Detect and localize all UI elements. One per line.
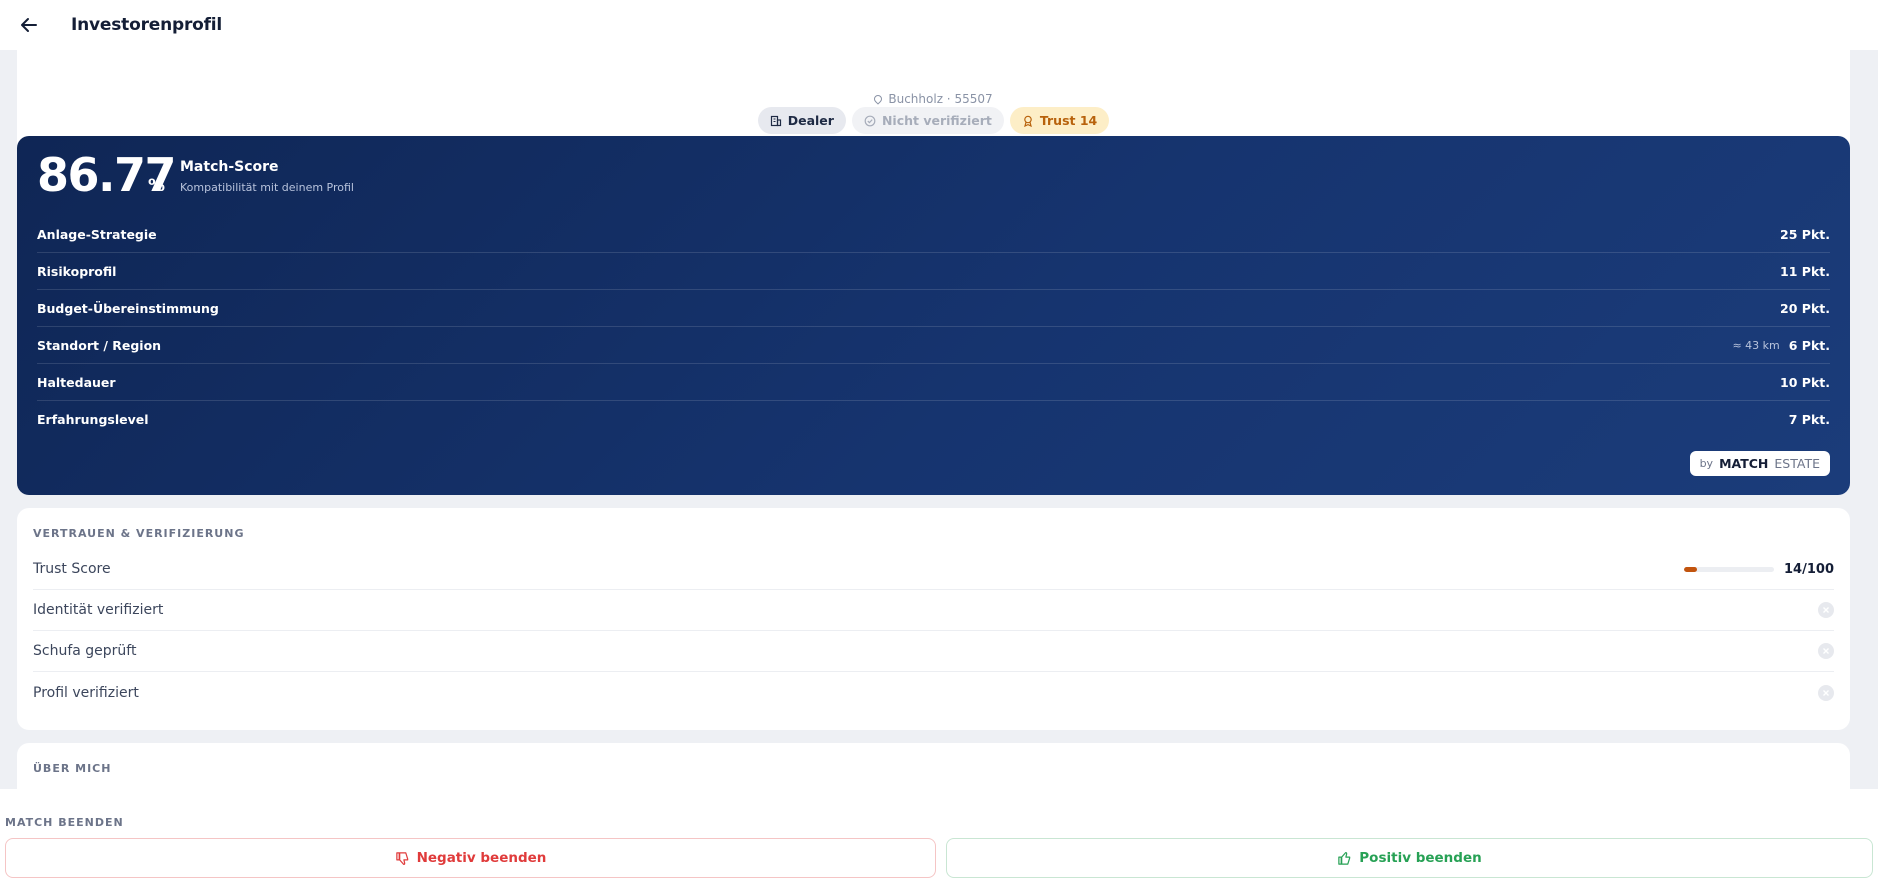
criterion-row: Standort / Region ≈ 43 km 6 Pkt. <box>37 327 1830 364</box>
x-circle-icon <box>1818 643 1834 659</box>
verification-label: Identität verifiziert <box>33 602 164 618</box>
criterion-label: Budget-Übereinstimmung <box>37 300 219 316</box>
end-negative-button[interactable]: Negativ beenden <box>5 838 936 878</box>
verification-label: Schufa geprüft <box>33 643 137 659</box>
verification-badge: Nicht verifiziert <box>851 107 1004 134</box>
criterion-points: 20 Pkt. <box>1780 300 1830 316</box>
end-match-bar: MATCH BEENDEN Negativ beenden Positiv be… <box>0 789 1878 891</box>
criterion-label: Risikoprofil <box>37 263 117 279</box>
criterion-points: 7 Pkt. <box>1788 412 1830 427</box>
page-title: Investorenprofil <box>71 15 223 35</box>
match-score-percent: % <box>148 176 166 196</box>
brand-estate: ESTATE <box>1774 456 1820 471</box>
profile-badges: Dealer Nicht verifiziert Trust 14 <box>17 107 1850 134</box>
award-icon <box>1023 115 1032 127</box>
end-negative-label: Negativ beenden <box>416 850 547 866</box>
criterion-points: 6 Pkt. <box>1788 337 1830 353</box>
brand-badge: by MATCH ESTATE <box>1689 451 1830 476</box>
app-header: Investorenprofil <box>0 0 1878 50</box>
criterion-points: 11 Pkt. <box>1780 263 1830 279</box>
map-pin-icon <box>872 93 885 105</box>
about-section-label: ÜBER MICH <box>33 762 112 775</box>
match-score-title: Match-Score <box>180 159 279 175</box>
end-positive-label: Positiv beenden <box>1359 850 1482 866</box>
criterion-row: Anlage-Strategie 25 Pkt. <box>37 216 1830 253</box>
brand-match: MATCH <box>1719 456 1769 471</box>
verification-row: Schufa geprüft <box>33 631 1834 672</box>
trust-badge: Trust 14 <box>1009 107 1110 134</box>
criterion-label: Erfahrungslevel <box>37 412 149 427</box>
criterion-points: 25 Pkt. <box>1780 226 1830 242</box>
criterion-points: 10 Pkt. <box>1780 374 1830 390</box>
criterion-distance: ≈ 43 km <box>1732 338 1780 352</box>
verification-row: Identität verifiziert <box>33 590 1834 631</box>
criterion-row: Risikoprofil 11 Pkt. <box>37 253 1830 290</box>
match-score-card: 86.77 % Match-Score Kompatibilität mit d… <box>17 136 1850 495</box>
building-icon <box>770 115 781 126</box>
trust-score-bar <box>1684 566 1775 572</box>
trust-score-value: 14/100 <box>1784 561 1834 577</box>
dealer-badge-label: Dealer <box>787 113 834 128</box>
location-text: Buchholz · 55507 <box>888 92 993 106</box>
trust-badge-label: Trust 14 <box>1039 113 1098 128</box>
check-circle-icon <box>864 115 876 126</box>
dealer-badge: Dealer <box>757 107 846 134</box>
match-score-subtitle: Kompatibilität mit deinem Profil <box>180 181 354 194</box>
criterion-label: Haltedauer <box>37 374 116 390</box>
trust-verification-card: VERTRAUEN & VERIFIZIERUNG Trust Score 14… <box>17 508 1850 730</box>
x-circle-icon <box>1818 602 1834 618</box>
brand-by: by <box>1699 457 1714 470</box>
arrow-left-icon <box>21 18 37 32</box>
criterion-row: Budget-Übereinstimmung 20 Pkt. <box>37 290 1830 327</box>
trust-list: Trust Score 14/100 Identität verifiziert… <box>33 549 1834 713</box>
criterion-label: Standort / Region <box>37 337 162 353</box>
x-circle-icon <box>1818 684 1834 701</box>
trust-score-label: Trust Score <box>33 561 111 577</box>
end-positive-button[interactable]: Positiv beenden <box>946 838 1873 878</box>
profile-location: Buchholz · 55507 <box>17 92 1850 106</box>
verification-badge-label: Nicht verifiziert <box>881 113 992 128</box>
criterion-row: Erfahrungslevel 7 Pkt. <box>37 401 1830 438</box>
verification-row: Profil verifiziert <box>33 672 1834 713</box>
verification-label: Profil verifiziert <box>33 684 139 701</box>
about-me-card: ÜBER MICH <box>17 743 1850 789</box>
trust-score-row: Trust Score 14/100 <box>33 549 1834 590</box>
content-scroll-area[interactable]: Buchholz · 55507 Dealer Nicht verifizier… <box>0 50 1878 789</box>
end-match-label: MATCH BEENDEN <box>5 816 124 829</box>
thumbs-up-icon <box>1338 851 1351 865</box>
thumbs-down-icon <box>395 851 408 865</box>
back-button[interactable] <box>14 10 44 40</box>
trust-section-label: VERTRAUEN & VERIFIZIERUNG <box>33 527 245 540</box>
criterion-label: Anlage-Strategie <box>37 226 157 242</box>
trust-score-fill <box>1684 566 1697 572</box>
match-criteria-list: Anlage-Strategie 25 Pkt. Risikoprofil 11… <box>37 216 1830 438</box>
criterion-row: Haltedauer 10 Pkt. <box>37 364 1830 401</box>
